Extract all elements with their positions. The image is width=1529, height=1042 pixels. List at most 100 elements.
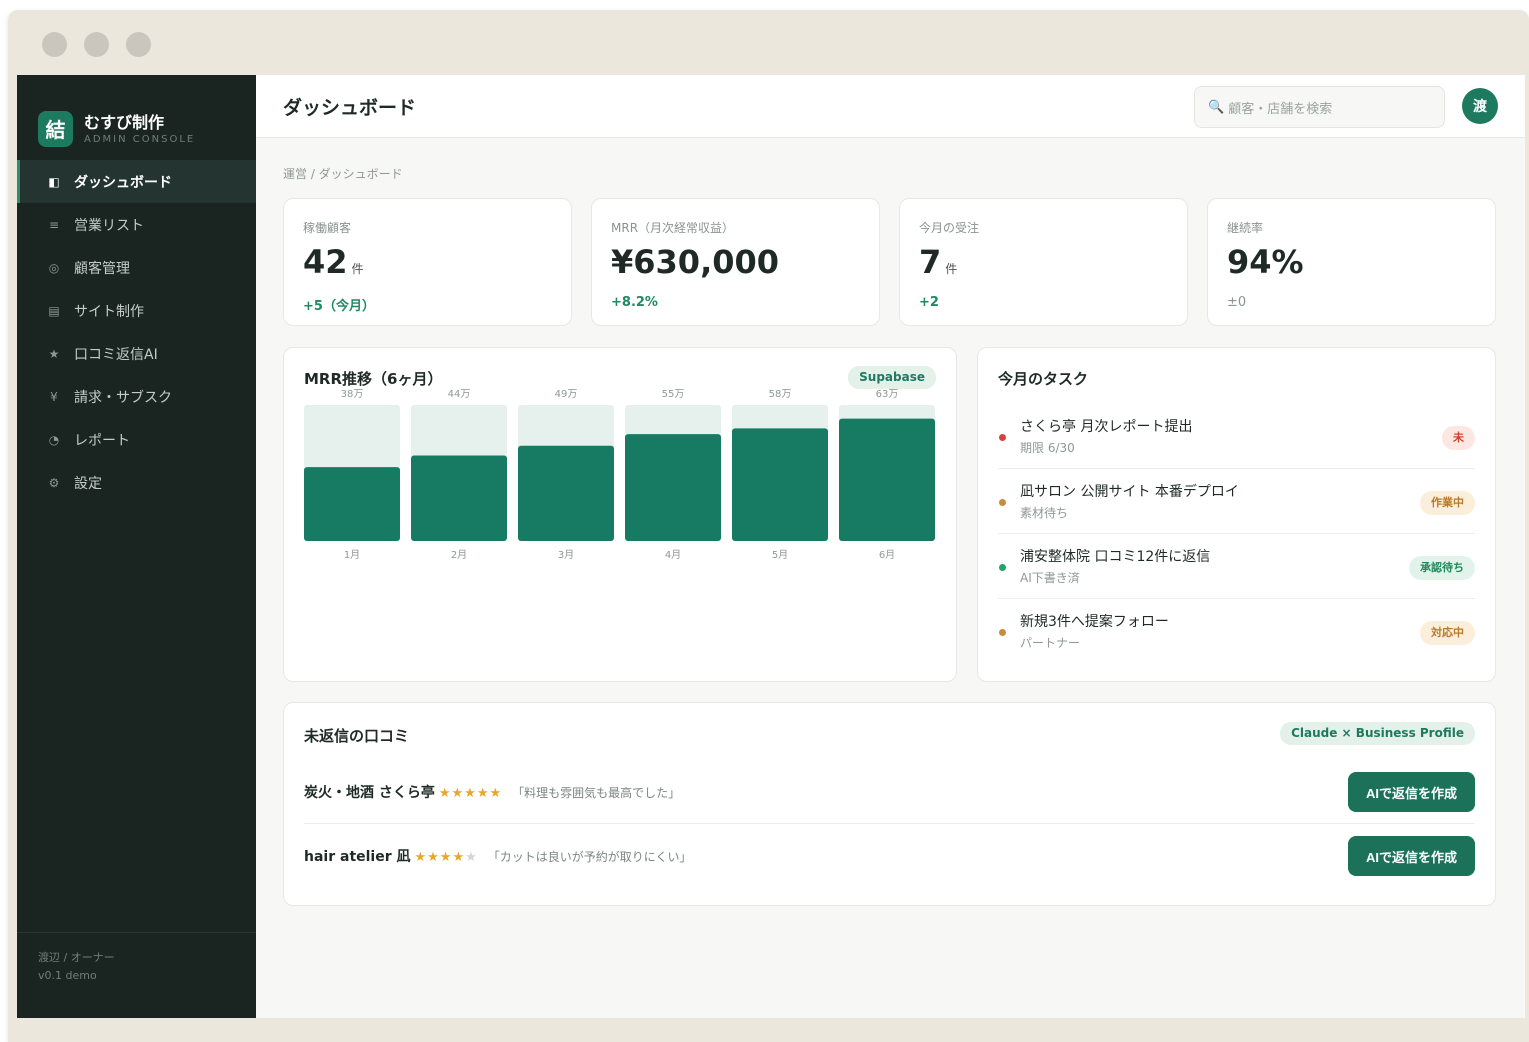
unreplied-reviews-card: 未返信の口コミ Claude × Business Profile 炭火・地酒 … <box>283 702 1496 906</box>
task-status-dot <box>999 499 1006 506</box>
kpi-delta: ±0 <box>1227 295 1247 310</box>
search-icon: 🔍 <box>1208 99 1225 115</box>
bar-value-label: 38万 <box>341 389 364 400</box>
topbar: ダッシュボード 🔍 顧客・店舗を検索 渡 <box>256 75 1525 138</box>
customers-icon: ◎ <box>48 260 60 275</box>
kpi-label: 今月の受注 <box>919 221 980 235</box>
sidebar-item-review-ai[interactable]: ★ 口コミ返信AI <box>17 332 256 375</box>
app-version: v0.1 demo <box>38 969 97 982</box>
task-item[interactable]: 凪サロン 公開サイト 本番デプロイ 素材待ち 作業中 <box>998 469 1475 534</box>
task-title: 新規3件へ提案フォロー <box>1020 614 1169 630</box>
sidebar-item-label: 営業リスト <box>74 217 144 234</box>
task-title: 浦安整体院 口コミ12件に返信 <box>1020 549 1211 565</box>
brand-name: むすび制作 <box>84 112 165 132</box>
gear-icon: ⚙ <box>48 475 60 490</box>
integration-badge: Claude × Business Profile <box>1280 722 1475 745</box>
bar-3月[interactable] <box>518 445 614 541</box>
search-input[interactable]: 顧客・店舗を検索 <box>1228 98 1332 117</box>
mrr-bar-chart: 38万 1月 44万 2月 49万 3月 55万 4月 58万 5月 63万 6月 <box>304 389 935 561</box>
tasks-title: 今月のタスク <box>998 370 1089 388</box>
x-tick-label: 5月 <box>772 549 788 561</box>
kpi-delta: +2 <box>919 295 939 310</box>
review-quote: 「料理も雰囲気も最高でした」 <box>512 786 681 800</box>
star-rating: ★★★★★ <box>414 850 478 865</box>
sidebar-item-dashboard[interactable]: ◧ ダッシュボード <box>17 160 256 203</box>
reviews-title: 未返信の口コミ <box>304 727 410 745</box>
ai-reply-button[interactable]: AIで返信を作成 <box>1348 772 1475 812</box>
brand[interactable]: 結 むすび制作 ADMIN CONSOLE <box>17 75 256 160</box>
task-status-dot <box>999 564 1006 571</box>
site-icon: ▤ <box>48 303 60 318</box>
task-status-badge: 承認待ち <box>1409 556 1475 580</box>
task-item[interactable]: さくら亭 月次レポート提出 期限 6/30 未 <box>998 404 1475 469</box>
task-subtitle: 期限 6/30 <box>1020 441 1075 455</box>
task-subtitle: パートナー <box>1020 636 1081 650</box>
app-root: 結 むすび制作 ADMIN CONSOLE ◧ ダッシュボード ≡ 営業リスト … <box>17 75 1525 1018</box>
bar-value-label: 49万 <box>555 389 578 400</box>
task-title: 凪サロン 公開サイト 本番デプロイ <box>1020 484 1239 500</box>
window-close-dot[interactable] <box>42 32 67 57</box>
sidebar-item-label: 請求・サブスク <box>74 389 172 406</box>
x-tick-label: 1月 <box>344 549 360 561</box>
avatar[interactable]: 渡 <box>1462 88 1498 124</box>
dashboard-icon: ◧ <box>48 174 60 189</box>
kpi-card-monthly-orders: 今月の受注 7件 +2 <box>899 198 1188 326</box>
kpi-value: 42 件 <box>303 243 364 281</box>
page-title: ダッシュボード <box>283 97 417 119</box>
sidebar-item-billing[interactable]: ¥ 請求・サブスク <box>17 375 256 418</box>
tasks-card: 今月のタスク さくら亭 月次レポート提出 期限 6/30 未 凪サロン 公開サイ… <box>977 347 1496 682</box>
kpi-value: 7件 <box>919 243 958 281</box>
review-shop-name: hair atelier 凪 ★★★★★ 「カットは良いが予約が取りにくい」 <box>304 849 692 865</box>
kpi-value: 94% <box>1227 243 1304 281</box>
sidebar-nav: ◧ ダッシュボード ≡ 営業リスト ◎ 顧客管理 ▤ サイト制作 ★ 口コミ返信… <box>17 160 256 504</box>
sidebar: 結 むすび制作 ADMIN CONSOLE ◧ ダッシュボード ≡ 営業リスト … <box>17 75 256 1018</box>
task-item[interactable]: 新規3件へ提案フォロー パートナー 対応中 <box>998 599 1475 664</box>
review-quote: 「カットは良いが予約が取りにくい」 <box>487 850 692 864</box>
bar-value-label: 63万 <box>876 389 899 400</box>
task-status-dot <box>999 434 1006 441</box>
bar-4月[interactable] <box>625 434 721 541</box>
task-status-badge: 作業中 <box>1420 491 1475 515</box>
task-status-dot <box>999 629 1006 636</box>
bar-2月[interactable] <box>411 455 507 541</box>
sidebar-item-label: 設定 <box>74 475 102 492</box>
sidebar-item-sales-list[interactable]: ≡ 営業リスト <box>17 203 256 246</box>
sidebar-item-label: サイト制作 <box>74 303 144 320</box>
window-zoom-dot[interactable] <box>126 32 151 57</box>
x-tick-label: 4月 <box>665 549 681 561</box>
window-titlebar <box>8 10 1529 75</box>
search-box[interactable]: 🔍 顧客・店舗を検索 <box>1194 86 1445 128</box>
bar-1月[interactable] <box>304 467 400 541</box>
sidebar-item-reports[interactable]: ◔ レポート <box>17 418 256 461</box>
review-shop-name: 炭火・地酒 さくら亭 ★★★★★ 「料理も雰囲気も最高でした」 <box>304 785 681 801</box>
kpi-delta: +8.2% <box>611 295 658 310</box>
star-rating: ★★★★★ <box>438 786 503 801</box>
browser-window: 結 むすび制作 ADMIN CONSOLE ◧ ダッシュボード ≡ 営業リスト … <box>8 10 1529 1042</box>
task-status-badge: 対応中 <box>1420 621 1475 645</box>
brand-logo: 結 <box>38 110 73 147</box>
current-user: 渡辺 / オーナー <box>38 951 115 964</box>
sidebar-item-label: 口コミ返信AI <box>74 346 158 363</box>
x-tick-label: 3月 <box>558 549 574 561</box>
sidebar-footer: 渡辺 / オーナー v0.1 demo <box>17 932 256 1018</box>
sidebar-item-settings[interactable]: ⚙ 設定 <box>17 461 256 504</box>
sidebar-item-label: 顧客管理 <box>74 260 130 277</box>
task-item[interactable]: 浦安整体院 口コミ12件に返信 AI下書き済 承認待ち <box>998 534 1475 599</box>
kpi-delta: +5（今月） <box>303 299 375 314</box>
main-content: ダッシュボード 🔍 顧客・店舗を検索 渡 運営 / ダッシュボード 稼働顧客 4… <box>256 75 1525 1018</box>
kpi-label: 稼働顧客 <box>303 221 352 235</box>
sidebar-item-customers[interactable]: ◎ 顧客管理 <box>17 246 256 289</box>
window-minimize-dot[interactable] <box>84 32 109 57</box>
ai-reply-button[interactable]: AIで返信を作成 <box>1348 836 1475 876</box>
kpi-card-active-customers: 稼働顧客 42 件 +5（今月） <box>283 198 572 326</box>
brand-subtitle: ADMIN CONSOLE <box>84 133 196 145</box>
bar-5月[interactable] <box>732 428 828 541</box>
kpi-card-mrr: MRR（月次経常収益） ¥630,000 +8.2% <box>591 198 880 326</box>
bar-6月[interactable] <box>839 418 935 541</box>
breadcrumb: 運営 / ダッシュボード <box>283 167 403 181</box>
kpi-card-retention: 継続率 94% ±0 <box>1207 198 1496 326</box>
review-item: hair atelier 凪 ★★★★★ 「カットは良いが予約が取りにくい」 AIで… <box>304 824 1475 888</box>
review-item: 炭火・地酒 さくら亭 ★★★★★ 「料理も雰囲気も最高でした」 AIで返信を作成 <box>304 760 1475 824</box>
kpi-label: MRR（月次経常収益） <box>611 221 735 235</box>
sidebar-item-site-production[interactable]: ▤ サイト制作 <box>17 289 256 332</box>
